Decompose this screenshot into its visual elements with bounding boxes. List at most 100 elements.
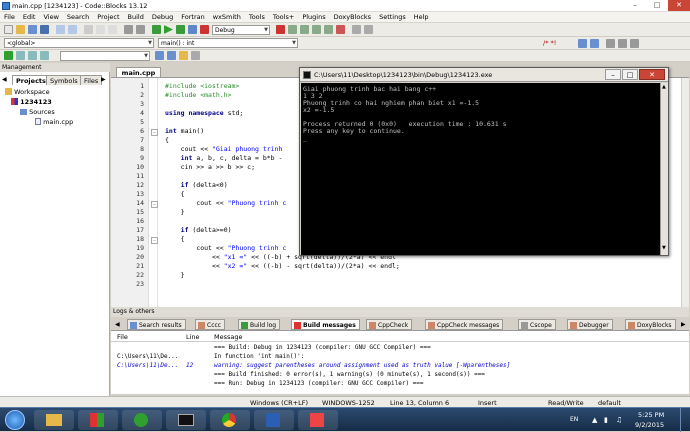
prev-bookmark-icon[interactable] xyxy=(618,39,627,48)
taskbar-terminal[interactable] xyxy=(166,410,206,430)
tree-project[interactable]: 1234123 xyxy=(11,98,52,106)
code-line[interactable]: cin >> a >> b >> c; xyxy=(165,163,255,171)
column-line[interactable]: Line xyxy=(186,333,200,341)
taskbar-chrome[interactable] xyxy=(210,410,250,430)
taskbar-word[interactable] xyxy=(254,410,294,430)
maximize-button[interactable]: □ xyxy=(646,0,668,11)
debug-start-icon[interactable] xyxy=(276,25,285,34)
debug-step-into-icon[interactable] xyxy=(312,25,321,34)
tree-file-main[interactable]: main.cpp xyxy=(35,118,73,126)
minimize-button[interactable]: – xyxy=(624,0,646,11)
tab-build-messages[interactable]: Build messages xyxy=(291,319,360,330)
log-row-line[interactable]: 12 xyxy=(186,362,193,369)
code-line[interactable]: using namespace std; xyxy=(165,109,243,117)
fold-toggle-icon[interactable]: – xyxy=(151,237,158,244)
menu-view[interactable]: View xyxy=(39,12,62,21)
replace-icon[interactable] xyxy=(136,25,145,34)
code-line[interactable]: int a, b, c, delta = b*b - xyxy=(165,154,283,162)
editor-scrollbar[interactable] xyxy=(681,78,689,308)
next-bookmark-icon[interactable] xyxy=(630,39,639,48)
tab-build-log[interactable]: Build log xyxy=(238,319,281,330)
tab-scroll-right-icon[interactable]: ▶ xyxy=(681,321,686,328)
undo-icon[interactable] xyxy=(56,25,65,34)
scope-select[interactable]: <global> ▼ xyxy=(4,38,154,48)
tree-workspace[interactable]: Workspace xyxy=(5,88,50,96)
show-desktop-button[interactable] xyxy=(680,408,690,432)
menu-tools-plus[interactable]: Tools+ xyxy=(269,12,298,21)
debug-run-to-cursor-icon[interactable] xyxy=(288,25,297,34)
taskbar-explorer[interactable] xyxy=(34,410,74,430)
code-line[interactable]: cout << "Phuong trinh c xyxy=(165,244,286,252)
scroll-down-icon[interactable]: ▼ xyxy=(662,245,667,251)
jump-forward-icon[interactable] xyxy=(590,39,599,48)
menu-file[interactable]: File xyxy=(0,12,19,21)
tab-scroll-right-icon[interactable]: ▶ xyxy=(101,76,106,83)
log-row-file[interactable]: C:\Users\11\De... xyxy=(117,362,178,369)
code-line[interactable]: if (delta<0) xyxy=(165,181,228,189)
log-row-message[interactable]: === Run: Debug in 1234123 (compiler: GNU… xyxy=(214,380,424,387)
column-message[interactable]: Message xyxy=(214,333,243,341)
console-window[interactable]: C:\Users\11\Desktop\1234123\bin\Debug\12… xyxy=(299,67,669,256)
console-minimize-button[interactable]: – xyxy=(605,69,621,80)
tab-symbols[interactable]: Symbols xyxy=(46,75,82,85)
rebuild-icon[interactable] xyxy=(188,25,197,34)
taskbar-app[interactable] xyxy=(122,410,162,430)
log-row-message[interactable]: === Build finished: 0 error(s), 1 warnin… xyxy=(214,371,485,378)
find-icon[interactable] xyxy=(124,25,133,34)
code-line[interactable]: cout << "Giai phuong trinh xyxy=(165,145,283,153)
clock-date[interactable]: 9/2/2015 xyxy=(635,421,664,429)
doxy-comment-buttons[interactable]: /* *! xyxy=(543,39,556,47)
tab-debugger[interactable]: Debugger xyxy=(567,319,613,330)
save-icon[interactable] xyxy=(28,25,37,34)
search-input[interactable]: ▼ xyxy=(60,51,150,61)
debug-next-line-icon[interactable] xyxy=(300,25,309,34)
redo-icon[interactable] xyxy=(68,25,77,34)
tab-doxyblocks[interactable]: DoxyBlocks xyxy=(625,319,676,330)
debug-step-out-icon[interactable] xyxy=(324,25,333,34)
menu-build[interactable]: Build xyxy=(124,12,148,21)
debug-stop-icon[interactable] xyxy=(336,25,345,34)
search-next-icon[interactable] xyxy=(167,51,176,60)
new-file-icon[interactable] xyxy=(4,25,13,34)
select-icon[interactable] xyxy=(28,51,37,60)
menu-search[interactable]: Search xyxy=(63,12,93,21)
code-line[interactable]: } xyxy=(165,208,185,216)
log-row-message[interactable]: warning: suggest parentheses around assi… xyxy=(214,362,510,369)
menu-wxsmith[interactable]: wxSmith xyxy=(209,12,245,21)
match-case-icon[interactable] xyxy=(179,51,188,60)
tab-projects[interactable]: Projects xyxy=(12,75,50,85)
tree-folder-sources[interactable]: Sources xyxy=(20,108,55,116)
debug-info-icon[interactable] xyxy=(364,25,373,34)
tab-cppcheck-messages[interactable]: CppCheck messages xyxy=(425,319,504,330)
fold-toggle-icon[interactable]: – xyxy=(151,129,158,136)
clock-time[interactable]: 5:25 PM xyxy=(638,411,664,419)
code-line[interactable]: } xyxy=(165,271,185,279)
code-line[interactable]: << "x2 =" << ((-b) - sqrt(delta))/(2*a) … xyxy=(165,262,400,270)
close-button[interactable]: ✕ xyxy=(668,0,690,11)
menu-help[interactable]: Help xyxy=(410,12,433,21)
code-line[interactable]: { xyxy=(165,190,185,198)
fold-toggle-icon[interactable]: – xyxy=(151,201,158,208)
network-icon[interactable]: ▮ xyxy=(604,416,608,424)
cut-icon[interactable] xyxy=(84,25,93,34)
menu-debug[interactable]: Debug xyxy=(148,12,177,21)
open-folder-icon[interactable] xyxy=(16,25,25,34)
taskbar-codeblocks[interactable] xyxy=(78,410,118,430)
jump-to-icon[interactable] xyxy=(4,51,13,60)
volume-icon[interactable]: ♫ xyxy=(616,416,622,424)
column-file[interactable]: File xyxy=(117,333,128,341)
tab-cccc[interactable]: Cccc xyxy=(195,319,226,330)
tray-arrow-icon[interactable]: ▲ xyxy=(592,416,597,424)
regex-icon[interactable] xyxy=(191,51,200,60)
tab-search-results[interactable]: Search results xyxy=(127,319,186,330)
build-target-select[interactable]: Debug ▼ xyxy=(212,25,270,35)
search-prev-icon[interactable] xyxy=(155,51,164,60)
code-line[interactable]: #include <iostream> xyxy=(165,82,239,90)
code-line[interactable]: int main() xyxy=(165,127,204,135)
console-scrollbar[interactable]: ▲ ▼ xyxy=(660,83,668,255)
paste-icon[interactable] xyxy=(108,25,117,34)
menu-tools[interactable]: Tools xyxy=(245,12,269,21)
menu-plugins[interactable]: Plugins xyxy=(298,12,329,21)
code-line[interactable]: { xyxy=(165,235,185,243)
language-indicator[interactable]: EN xyxy=(570,416,578,423)
